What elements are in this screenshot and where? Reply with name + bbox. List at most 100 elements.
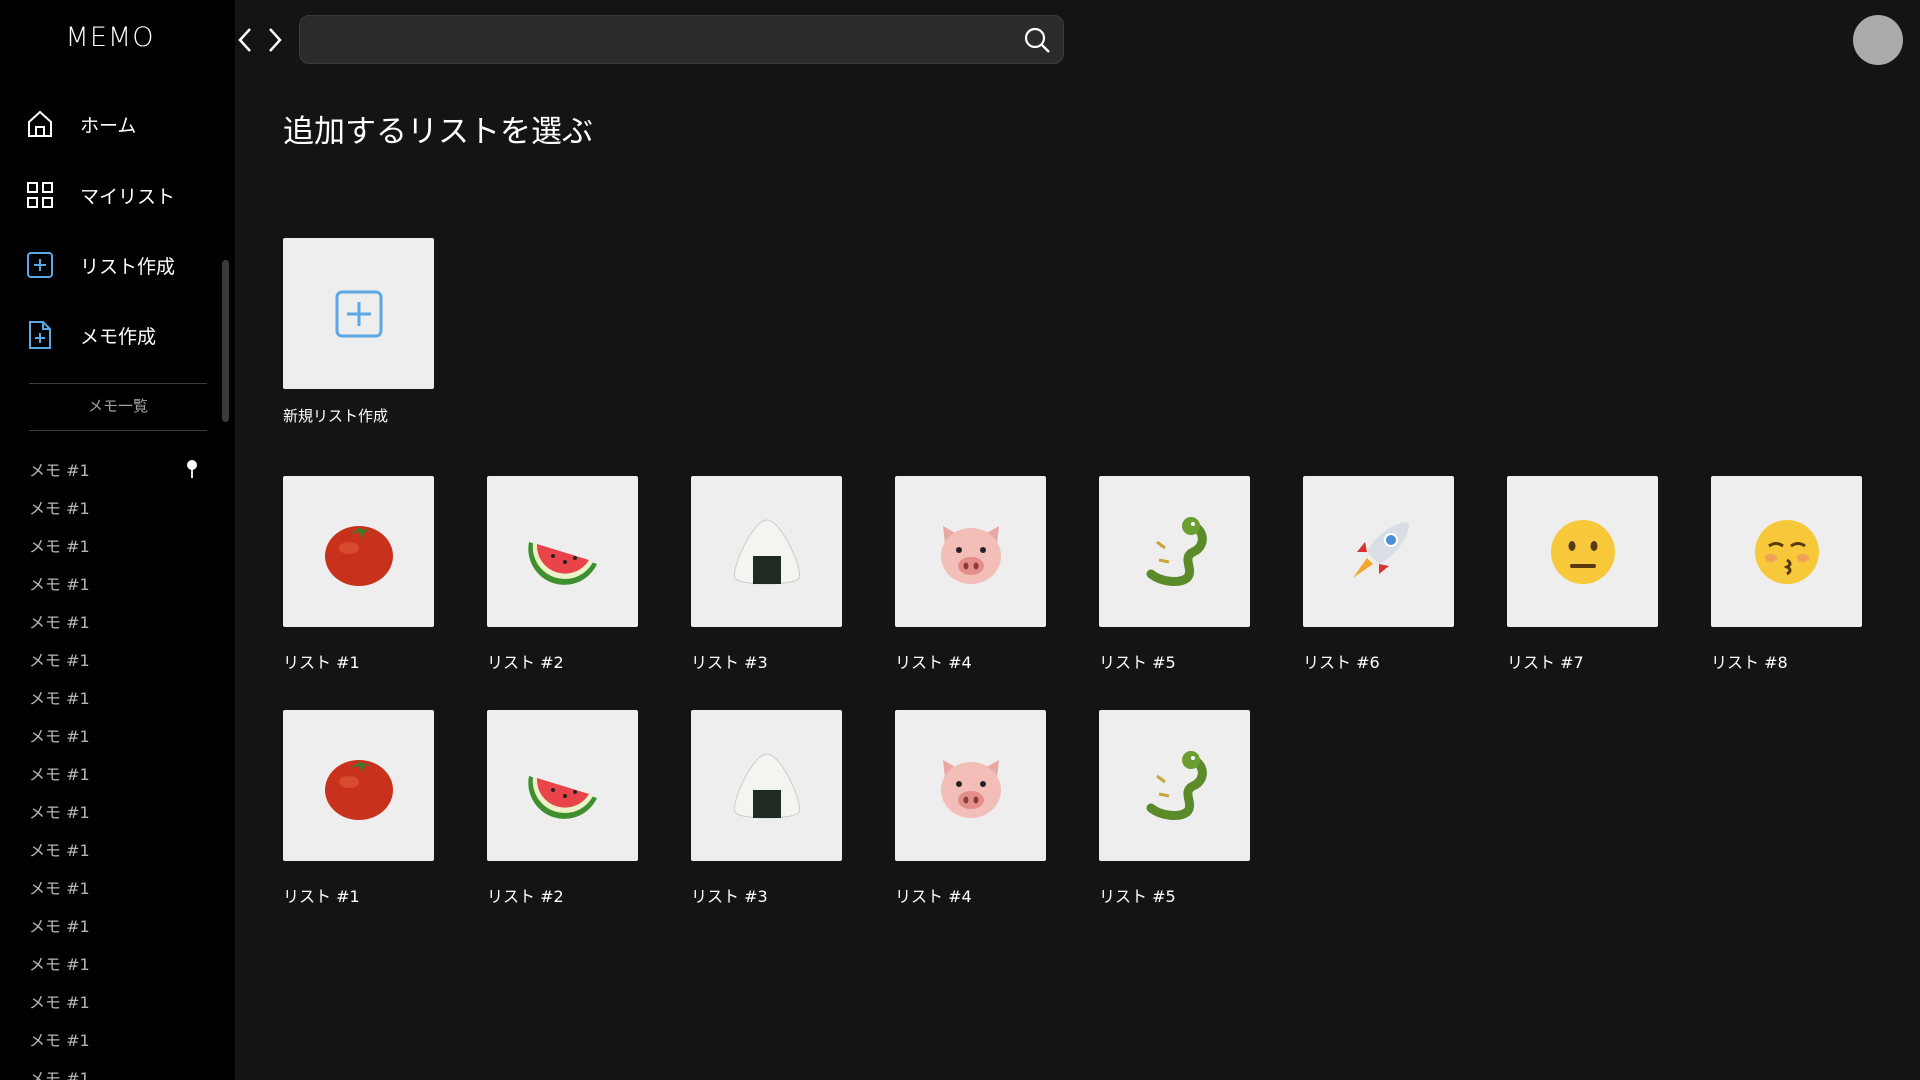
- list-tile-thumb: [895, 710, 1046, 861]
- memo-item[interactable]: メモ #1: [29, 792, 209, 830]
- back-button[interactable]: [232, 26, 258, 54]
- new-list-tile-thumb: [283, 238, 434, 389]
- nav-home[interactable]: ホーム: [26, 104, 216, 144]
- memo-list: メモ #1 メモ #1 メモ #1 メモ #1 メモ #1 メモ #1 メモ #…: [29, 450, 209, 1080]
- list-tile[interactable]: リスト #4: [895, 476, 1046, 673]
- kissing-face-icon: [1754, 519, 1819, 584]
- memo-item-label: メモ #1: [29, 575, 90, 594]
- list-tile[interactable]: リスト #5: [1099, 710, 1250, 907]
- history-nav: [232, 26, 288, 54]
- memo-item-label: メモ #1: [29, 803, 90, 822]
- nav-create-list-label: リスト作成: [80, 255, 176, 278]
- memo-item-label: メモ #1: [29, 651, 90, 670]
- list-tile[interactable]: リスト #1: [283, 476, 434, 673]
- avatar[interactable]: [1853, 15, 1903, 65]
- list-tile-label: リスト #1: [283, 887, 360, 906]
- rocket-icon: [1352, 521, 1409, 578]
- search-icon[interactable]: [1023, 26, 1051, 54]
- chevron-right-icon: [269, 28, 282, 52]
- list-tile[interactable]: リスト #7: [1507, 476, 1658, 673]
- onigiri-icon: [733, 518, 800, 584]
- memo-item-label: メモ #1: [29, 613, 90, 632]
- memo-item[interactable]: メモ #1: [29, 716, 209, 754]
- list-tile[interactable]: リスト #5: [1099, 476, 1250, 673]
- list-tile[interactable]: リスト #3: [691, 710, 842, 907]
- home-icon: [26, 110, 54, 138]
- list-tile-thumb: [1099, 476, 1250, 627]
- list-tile-thumb: [1099, 710, 1250, 861]
- nav-create-list[interactable]: リスト作成: [26, 245, 216, 285]
- memo-item-label: メモ #1: [29, 499, 90, 518]
- new-list-label: 新規リスト作成: [283, 407, 389, 425]
- search-input[interactable]: [314, 16, 1008, 65]
- list-tile[interactable]: リスト #2: [487, 710, 638, 907]
- tomato-icon: [324, 525, 393, 586]
- list-tile[interactable]: リスト #4: [895, 710, 1046, 907]
- new-list-tile[interactable]: 新規リスト作成: [283, 238, 434, 426]
- nav-create-memo-label: メモ作成: [80, 325, 157, 348]
- nav-create-memo[interactable]: メモ作成: [26, 315, 216, 355]
- search-bar: [299, 15, 1064, 65]
- memo-item[interactable]: メモ #1: [29, 868, 209, 906]
- app-logo[interactable]: MEMO: [0, 22, 220, 53]
- sidebar-scrollbar[interactable]: [222, 260, 229, 422]
- neutral-face-icon: [1550, 519, 1615, 584]
- list-tile-thumb: [691, 476, 842, 627]
- list-tile[interactable]: リスト #8: [1711, 476, 1862, 673]
- nav-mylist-label: マイリスト: [80, 185, 176, 208]
- memo-item[interactable]: メモ #1: [29, 678, 209, 716]
- list-tile-thumb: [283, 476, 434, 627]
- list-tile-label: リスト #3: [691, 653, 768, 672]
- memo-item[interactable]: メモ #1: [29, 640, 209, 678]
- divider: [29, 430, 207, 431]
- list-tile-label: リスト #3: [691, 887, 768, 906]
- memo-item-label: メモ #1: [29, 765, 90, 784]
- memo-item[interactable]: メモ #1: [29, 754, 209, 792]
- memo-list-header: メモ一覧: [87, 397, 148, 415]
- dragon-icon: [1146, 750, 1207, 820]
- list-tile[interactable]: リスト #1: [283, 710, 434, 907]
- watermelon-icon: [527, 775, 597, 819]
- list-tile[interactable]: リスト #3: [691, 476, 842, 673]
- memo-item[interactable]: メモ #1: [29, 982, 209, 1020]
- nav-mylist[interactable]: マイリスト: [26, 175, 216, 215]
- memo-item[interactable]: メモ #1: [29, 488, 209, 526]
- pin-icon: [187, 460, 197, 478]
- divider: [29, 383, 207, 384]
- memo-item-label: メモ #1: [29, 993, 90, 1012]
- memo-item[interactable]: メモ #1: [29, 602, 209, 640]
- memo-item[interactable]: メモ #1: [29, 906, 209, 944]
- page-title: 追加するリストを選ぶ: [283, 114, 593, 150]
- dragon-icon: [1146, 516, 1207, 586]
- memo-item-label: メモ #1: [29, 879, 90, 898]
- list-tile-label: リスト #8: [1711, 653, 1788, 672]
- pig-face-icon: [940, 525, 1001, 584]
- chevron-left-icon: [238, 28, 251, 52]
- memo-item-label: メモ #1: [29, 917, 90, 936]
- memo-item-label: メモ #1: [29, 537, 90, 556]
- list-tile-label: リスト #2: [487, 887, 564, 906]
- onigiri-icon: [733, 752, 800, 818]
- list-tile-label: リスト #4: [895, 653, 972, 672]
- list-tile-label: リスト #2: [487, 653, 564, 672]
- list-tile-thumb: [487, 710, 638, 861]
- memo-item[interactable]: メモ #1: [29, 944, 209, 982]
- pig-face-icon: [940, 759, 1001, 818]
- memo-item-label: メモ #1: [29, 689, 90, 708]
- memo-item[interactable]: メモ #1: [29, 1058, 209, 1080]
- memo-item-label: メモ #1: [29, 1031, 90, 1050]
- list-tile[interactable]: リスト #6: [1303, 476, 1454, 673]
- memo-item[interactable]: メモ #1: [29, 830, 209, 868]
- memo-item[interactable]: メモ #1: [29, 564, 209, 602]
- nav-home-label: ホーム: [80, 114, 137, 137]
- memo-item[interactable]: メモ #1: [29, 450, 209, 488]
- grid-icon: [26, 181, 54, 209]
- list-tile[interactable]: リスト #2: [487, 476, 638, 673]
- forward-button[interactable]: [262, 26, 288, 54]
- memo-item-label: メモ #1: [29, 727, 90, 746]
- memo-item[interactable]: メモ #1: [29, 526, 209, 564]
- list-tile-label: リスト #5: [1099, 653, 1176, 672]
- list-tile-thumb: [283, 710, 434, 861]
- memo-item[interactable]: メモ #1: [29, 1020, 209, 1058]
- list-tile-label: リスト #1: [283, 653, 360, 672]
